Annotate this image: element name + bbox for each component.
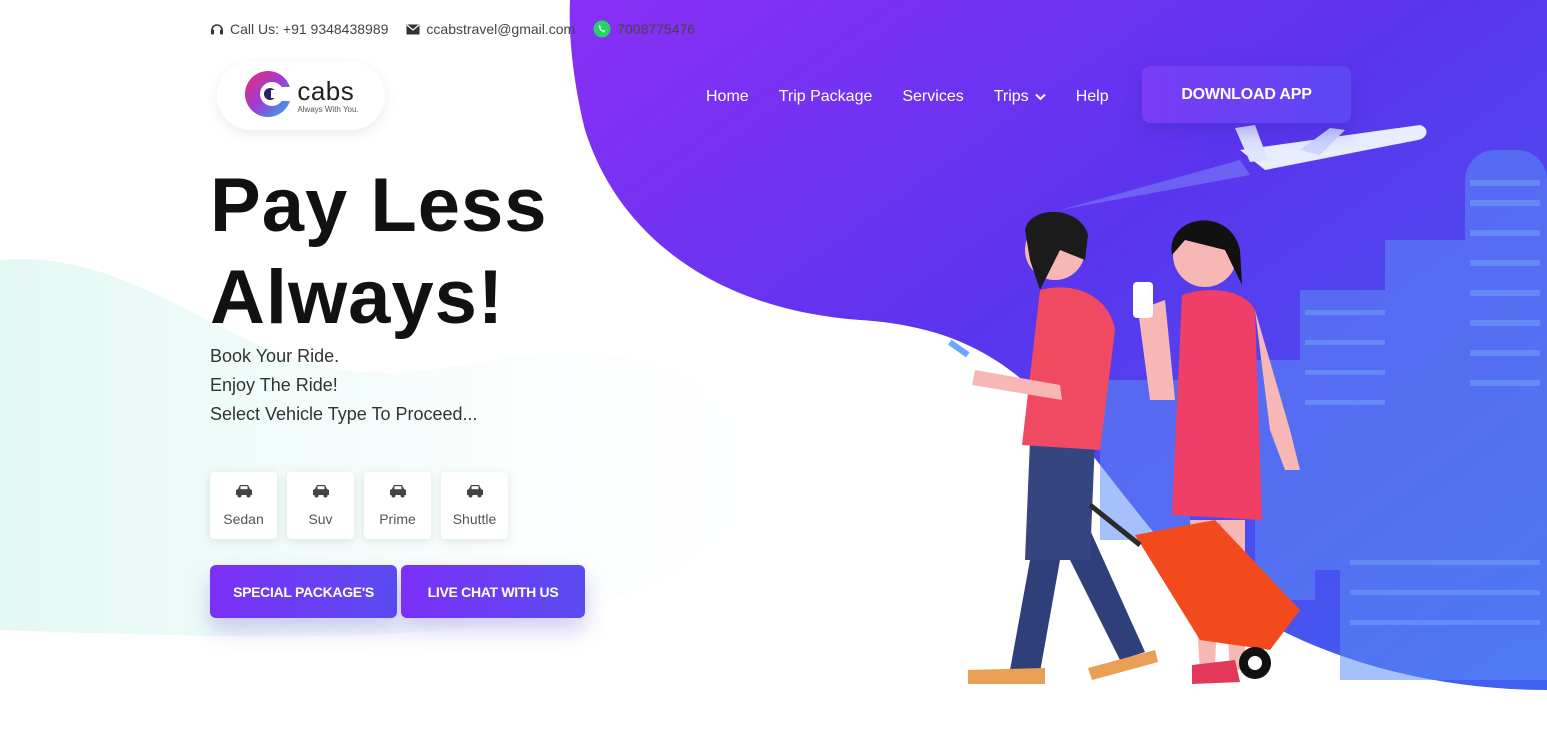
city-skyline-icon <box>1100 150 1547 680</box>
nav-services[interactable]: Services <box>902 88 963 106</box>
brand-logo[interactable]: cabs Always With You. <box>217 62 385 130</box>
cta-group: SPECIAL PACKAGE'S LIVE CHAT WITH US <box>210 565 585 618</box>
contact-bar: Call Us: +91 9348438989 ccabstravel@gmai… <box>210 20 695 38</box>
download-app-button[interactable]: DOWNLOAD APP <box>1142 66 1351 123</box>
nav-trips-label: Trips <box>993 88 1029 105</box>
car-icon <box>312 484 330 503</box>
whatsapp-info: 7008775476 <box>593 20 695 38</box>
vehicle-label: Sedan <box>223 511 264 527</box>
vehicle-option-shuttle[interactable]: Shuttle <box>441 472 508 539</box>
vehicle-option-suv[interactable]: Suv <box>287 472 354 539</box>
c-logo-icon <box>243 69 294 124</box>
hero-title: Pay Less Always! <box>210 160 548 344</box>
hero-line-enjoy: Enjoy The Ride! <box>210 375 338 395</box>
email-info: ccabstravel@gmail.com <box>406 21 575 37</box>
vehicle-type-selector: Sedan Suv Prime Shuttle <box>210 472 508 539</box>
nav-home[interactable]: Home <box>706 88 749 106</box>
vehicle-label: Suv <box>308 511 333 527</box>
nav-help[interactable]: Help <box>1076 88 1109 106</box>
special-packages-button[interactable]: SPECIAL PACKAGE'S <box>210 565 397 618</box>
whatsapp-number[interactable]: 7008775476 <box>617 21 695 37</box>
vehicle-label: Shuttle <box>452 511 497 527</box>
main-nav: Home Trip Package Services Trips Help <box>706 88 1109 106</box>
hero-line-book: Book Your Ride. <box>210 346 340 366</box>
hero-subtitle: Book Your Ride. Enjoy The Ride! Select V… <box>210 342 478 429</box>
hero-title-line1: Pay Less <box>210 163 548 248</box>
hero-title-line2: Always! <box>210 255 505 340</box>
vehicle-option-sedan[interactable]: Sedan <box>210 472 277 539</box>
airplane-icon <box>1060 125 1427 210</box>
nav-trip-package[interactable]: Trip Package <box>779 88 873 106</box>
brand-tagline: Always With You. <box>297 105 359 114</box>
car-icon <box>389 484 407 503</box>
brand-name: cabs <box>297 76 355 106</box>
brand-text: cabs Always With You. <box>297 78 358 114</box>
call-info: Call Us: +91 9348438989 <box>210 21 388 37</box>
call-text[interactable]: Call Us: +91 9348438989 <box>230 21 388 37</box>
envelope-icon <box>406 24 420 35</box>
headset-icon <box>210 22 224 36</box>
car-icon <box>466 484 484 503</box>
vehicle-option-prime[interactable]: Prime <box>364 472 431 539</box>
live-chat-button[interactable]: LIVE CHAT WITH US <box>401 565 585 618</box>
hero-line-select: Select Vehicle Type To Proceed... <box>210 404 478 424</box>
email-text[interactable]: ccabstravel@gmail.com <box>426 21 575 37</box>
whatsapp-icon <box>593 20 611 38</box>
chevron-down-icon <box>1034 88 1046 106</box>
vehicle-label: Prime <box>379 511 416 527</box>
nav-trips[interactable]: Trips <box>994 88 1046 106</box>
car-icon <box>235 484 253 503</box>
